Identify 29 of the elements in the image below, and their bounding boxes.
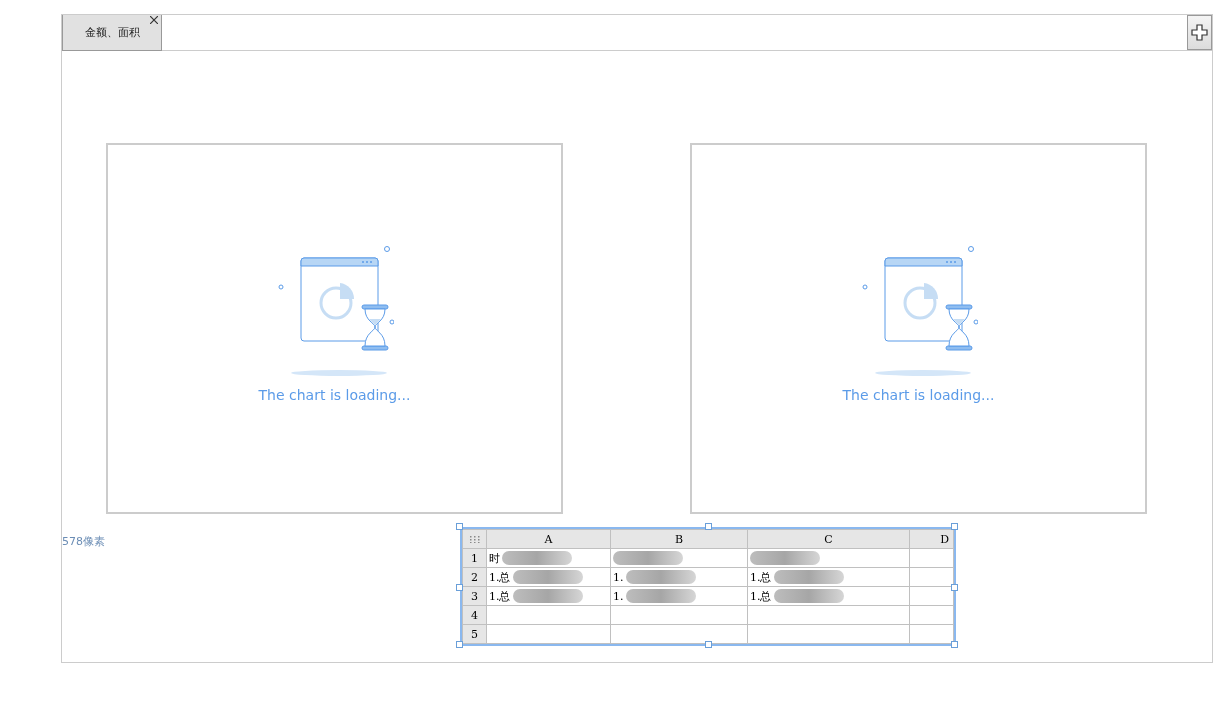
cell-text: 1.总 (750, 588, 772, 604)
tab-label: 金额、面积 (84, 25, 140, 40)
resize-handle[interactable] (456, 641, 463, 648)
cell-text: 1.总 (489, 588, 511, 604)
resize-handle[interactable] (705, 523, 712, 530)
loading-message: The chart is loading... (258, 387, 411, 403)
resize-handle[interactable] (456, 523, 463, 530)
column-header[interactable]: B (610, 529, 748, 549)
loading-message: The chart is loading... (842, 387, 995, 403)
resize-handle[interactable] (951, 641, 958, 648)
plus-icon (1191, 24, 1208, 41)
cell-text: 1.总 (750, 569, 772, 585)
cell-text: 1. (613, 589, 624, 603)
add-button[interactable] (1187, 15, 1212, 50)
column-header[interactable]: A (486, 529, 611, 549)
column-header[interactable]: D (909, 529, 954, 549)
resize-handle[interactable] (951, 583, 958, 591)
resize-handle[interactable] (951, 523, 958, 530)
cell-text: 1.总 (489, 569, 511, 585)
cell-text: 时 (489, 550, 500, 566)
size-label: 578像素 (62, 534, 105, 549)
resize-handle[interactable] (456, 583, 463, 591)
grip-icon (469, 535, 480, 543)
tab[interactable]: 金额、面积 (62, 15, 162, 51)
close-icon[interactable] (150, 16, 158, 24)
column-header[interactable]: C (747, 529, 910, 549)
cell-text: 1. (613, 570, 624, 584)
select-all-corner[interactable] (462, 529, 487, 549)
resize-handle[interactable] (705, 641, 712, 648)
